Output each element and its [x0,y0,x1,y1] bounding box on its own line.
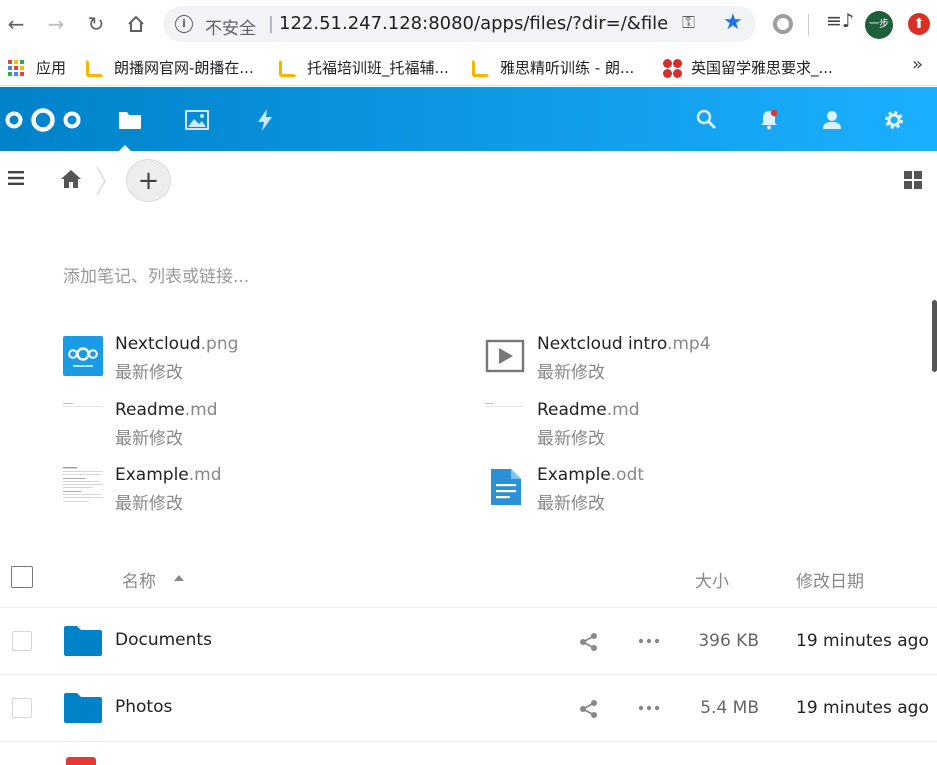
select-all-checkbox[interactable] [11,566,33,588]
file-table-header: 名称 大小 修改日期 [0,556,937,608]
rich-workspace-placeholder[interactable]: 添加笔记、列表或链接... [63,262,249,287]
bookmarks-overflow-button[interactable]: » [912,54,923,75]
recent-file-name: Example.md [115,465,222,485]
photos-icon[interactable] [184,107,210,133]
recent-file-name: Readme.md [115,400,218,420]
scrollbar-handle[interactable] [932,300,937,372]
bookmark-favicon-icon [663,58,682,78]
bookmark-favicon-icon [279,58,297,77]
settings-icon[interactable] [881,107,907,133]
contacts-icon[interactable] [819,107,845,133]
recent-file-status: 最新修改 [115,363,183,383]
recent-file-item[interactable]: Example.odt 最新修改 [485,465,865,517]
omnibox-separator: | [268,14,274,34]
notifications-icon[interactable] [756,107,782,133]
more-actions-icon[interactable] [638,638,660,644]
toolbar-divider [808,14,809,36]
bookmark-label: 雅思精听训练 - 朗... [500,59,635,77]
back-icon[interactable]: ← [2,10,30,38]
recent-file-item[interactable]: Example.md 最新修改 [63,465,443,517]
recent-file-status: 最新修改 [537,494,605,514]
column-header-name[interactable]: 名称 [122,567,156,592]
bookmark-label: 托福培训班_托福辅... [307,59,449,77]
bookmarks-bar: 应用 朗播网官网-朗播在... 托福培训班_托福辅... 雅思精听训练 - 朗.… [0,48,937,86]
markdown-thumbnail-icon [485,403,525,407]
media-icon[interactable]: ≡♪ [826,10,854,32]
recent-file-item[interactable]: Readme.md 最新修改 [63,400,443,452]
markdown-thumbnail-icon [63,403,103,407]
document-file-icon [491,469,521,505]
profile-avatar[interactable]: 一步 [865,11,893,39]
files-icon[interactable] [117,107,143,133]
recent-file-status: 最新修改 [537,429,605,449]
breadcrumb-home-icon[interactable] [60,169,82,189]
table-row[interactable]: Documents 396 KB 19 minutes ago [0,608,937,675]
update-icon[interactable]: ⬆ [908,13,930,35]
url-text[interactable]: 122.51.247.128:8080/apps/files/?dir=/&fi… [279,13,669,34]
row-checkbox[interactable] [12,698,32,718]
table-row[interactable]: Photos 5.4 MB 19 minutes ago [0,675,937,742]
file-modified: 19 minutes ago [796,698,929,718]
pdf-file-icon [66,757,96,765]
browser-toolbar: ← → ↻ i 不安全 | 122.51.247.128:8080/apps/f… [0,0,937,48]
recent-file-item[interactable]: Nextcloud intro.mp4 最新修改 [485,334,865,386]
extension-circle-icon[interactable] [773,14,793,34]
recent-file-name: Nextcloud intro.mp4 [537,334,711,354]
recent-file-name: Example.odt [537,465,645,485]
nextcloud-png-thumbnail-icon [63,336,103,376]
bookmark-apps[interactable]: 应用 [8,57,66,78]
file-modified: 19 minutes ago [796,631,929,651]
bookmark-label: 朗播网官网-朗播在... [114,59,254,77]
column-header-modified[interactable]: 修改日期 [796,567,864,592]
markdown-thumbnail-icon [63,467,103,502]
activity-icon[interactable] [252,107,278,133]
file-name[interactable]: Documents [115,630,212,650]
search-icon[interactable] [694,107,720,133]
recent-file-name: Readme.md [537,400,640,420]
video-file-icon [485,339,525,373]
info-icon[interactable]: i [175,15,193,33]
share-icon[interactable] [579,699,599,719]
column-header-size[interactable]: 大小 [695,567,729,592]
new-file-button[interactable]: + [126,159,171,202]
file-size: 396 KB [698,631,759,651]
bookmark-label: 英国留学雅思要求_... [691,59,833,77]
browser-home-icon[interactable] [122,10,150,38]
insecure-label: 不安全 [205,19,256,39]
folder-icon [64,626,102,656]
bookmark-item[interactable]: 朗播网官网-朗播在... [86,57,254,78]
file-size: 5.4 MB [700,698,759,718]
nextcloud-header [0,87,937,152]
row-checkbox[interactable] [12,631,32,651]
reload-icon[interactable]: ↻ [82,10,110,38]
bookmark-favicon-icon [86,58,104,77]
more-actions-icon[interactable] [638,705,660,711]
sort-ascending-icon[interactable] [174,575,184,581]
apps-grid-icon [8,59,24,76]
address-bar[interactable]: i 不安全 | 122.51.247.128:8080/apps/files/?… [163,6,756,42]
bookmark-label: 应用 [36,59,67,77]
files-controls-bar: + [0,151,937,209]
bookmark-item[interactable]: 雅思精听训练 - 朗... [472,57,634,78]
recent-file-status: 最新修改 [537,363,605,383]
nextcloud-logo-icon[interactable] [4,107,82,133]
bookmark-favicon-icon [472,58,490,77]
key-icon[interactable]: ⚿ [682,13,695,33]
recent-file-name: Nextcloud.png [115,334,239,354]
file-name[interactable]: Photos [115,697,172,717]
recent-file-status: 最新修改 [115,429,183,449]
recent-file-status: 最新修改 [115,494,183,514]
forward-icon[interactable]: → [42,10,70,38]
hamburger-menu-icon[interactable] [8,171,24,185]
bookmark-item[interactable]: 托福培训班_托福辅... [279,57,449,78]
recent-file-item[interactable]: Nextcloud.png 最新修改 [63,334,443,386]
folder-icon [64,693,102,723]
share-icon[interactable] [579,632,599,652]
breadcrumb-separator-icon [96,166,106,196]
star-icon[interactable]: ★ [723,10,743,35]
grid-view-icon[interactable] [904,171,922,189]
recent-file-item[interactable]: Readme.md 最新修改 [485,400,865,452]
bookmark-item[interactable]: 英国留学雅思要求_... [663,57,833,78]
